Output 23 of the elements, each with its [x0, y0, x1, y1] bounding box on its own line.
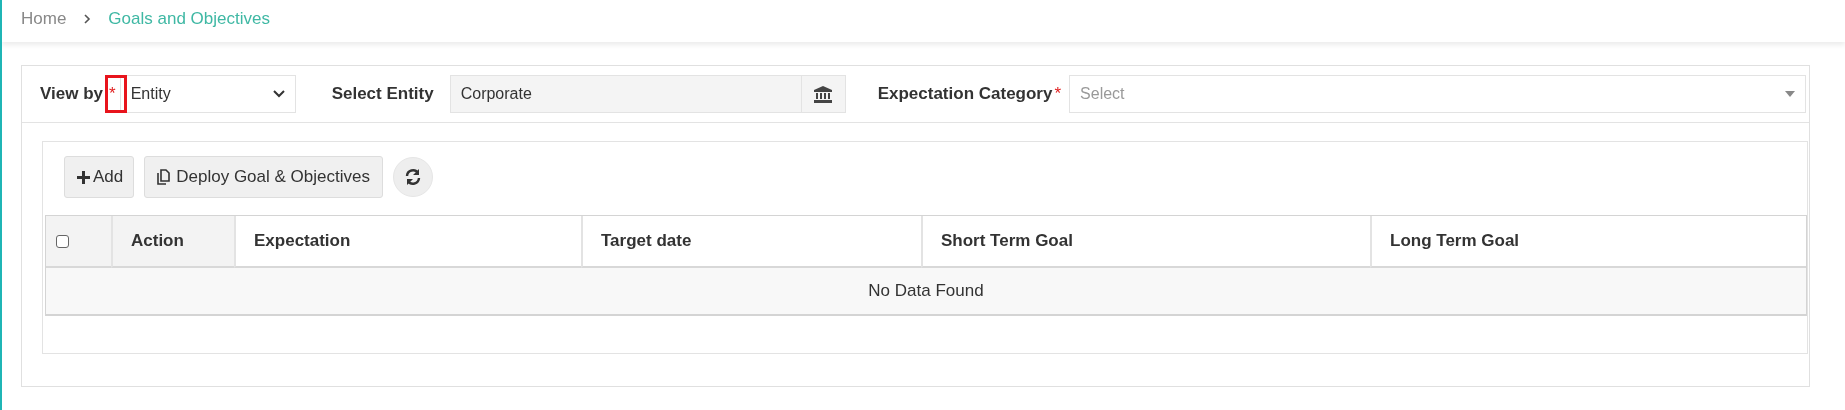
refresh-icon [403, 168, 422, 186]
column-header: Action [111, 216, 234, 268]
chevron-down-icon [272, 90, 285, 98]
select-all-checkbox[interactable] [56, 234, 69, 248]
required-asterisk: * [109, 84, 116, 104]
copy-icon [157, 169, 171, 185]
plus-icon [77, 170, 90, 184]
chevron-right-icon [82, 13, 93, 25]
add-button[interactable]: Add [64, 156, 135, 198]
field-label: Select Entity [331, 84, 434, 104]
required-asterisk: * [1054, 84, 1062, 104]
caret-down-icon [1785, 91, 1795, 97]
dropdown[interactable]: Entity [119, 75, 296, 113]
bank-icon [814, 85, 833, 103]
breadcrumb-current: Goals and Objectives [108, 9, 270, 29]
refresh-button[interactable] [392, 157, 433, 197]
field-label: View by [40, 84, 103, 104]
empty-message: No Data Found [868, 281, 984, 301]
deploy-button[interactable]: Deploy Goal & Objectives [144, 156, 383, 198]
field-label: Expectation Category [877, 84, 1053, 104]
breadcrumb-link[interactable]: Home [21, 9, 67, 29]
entity-field[interactable]: Corporate [449, 75, 802, 113]
lookup-button[interactable] [801, 75, 846, 113]
